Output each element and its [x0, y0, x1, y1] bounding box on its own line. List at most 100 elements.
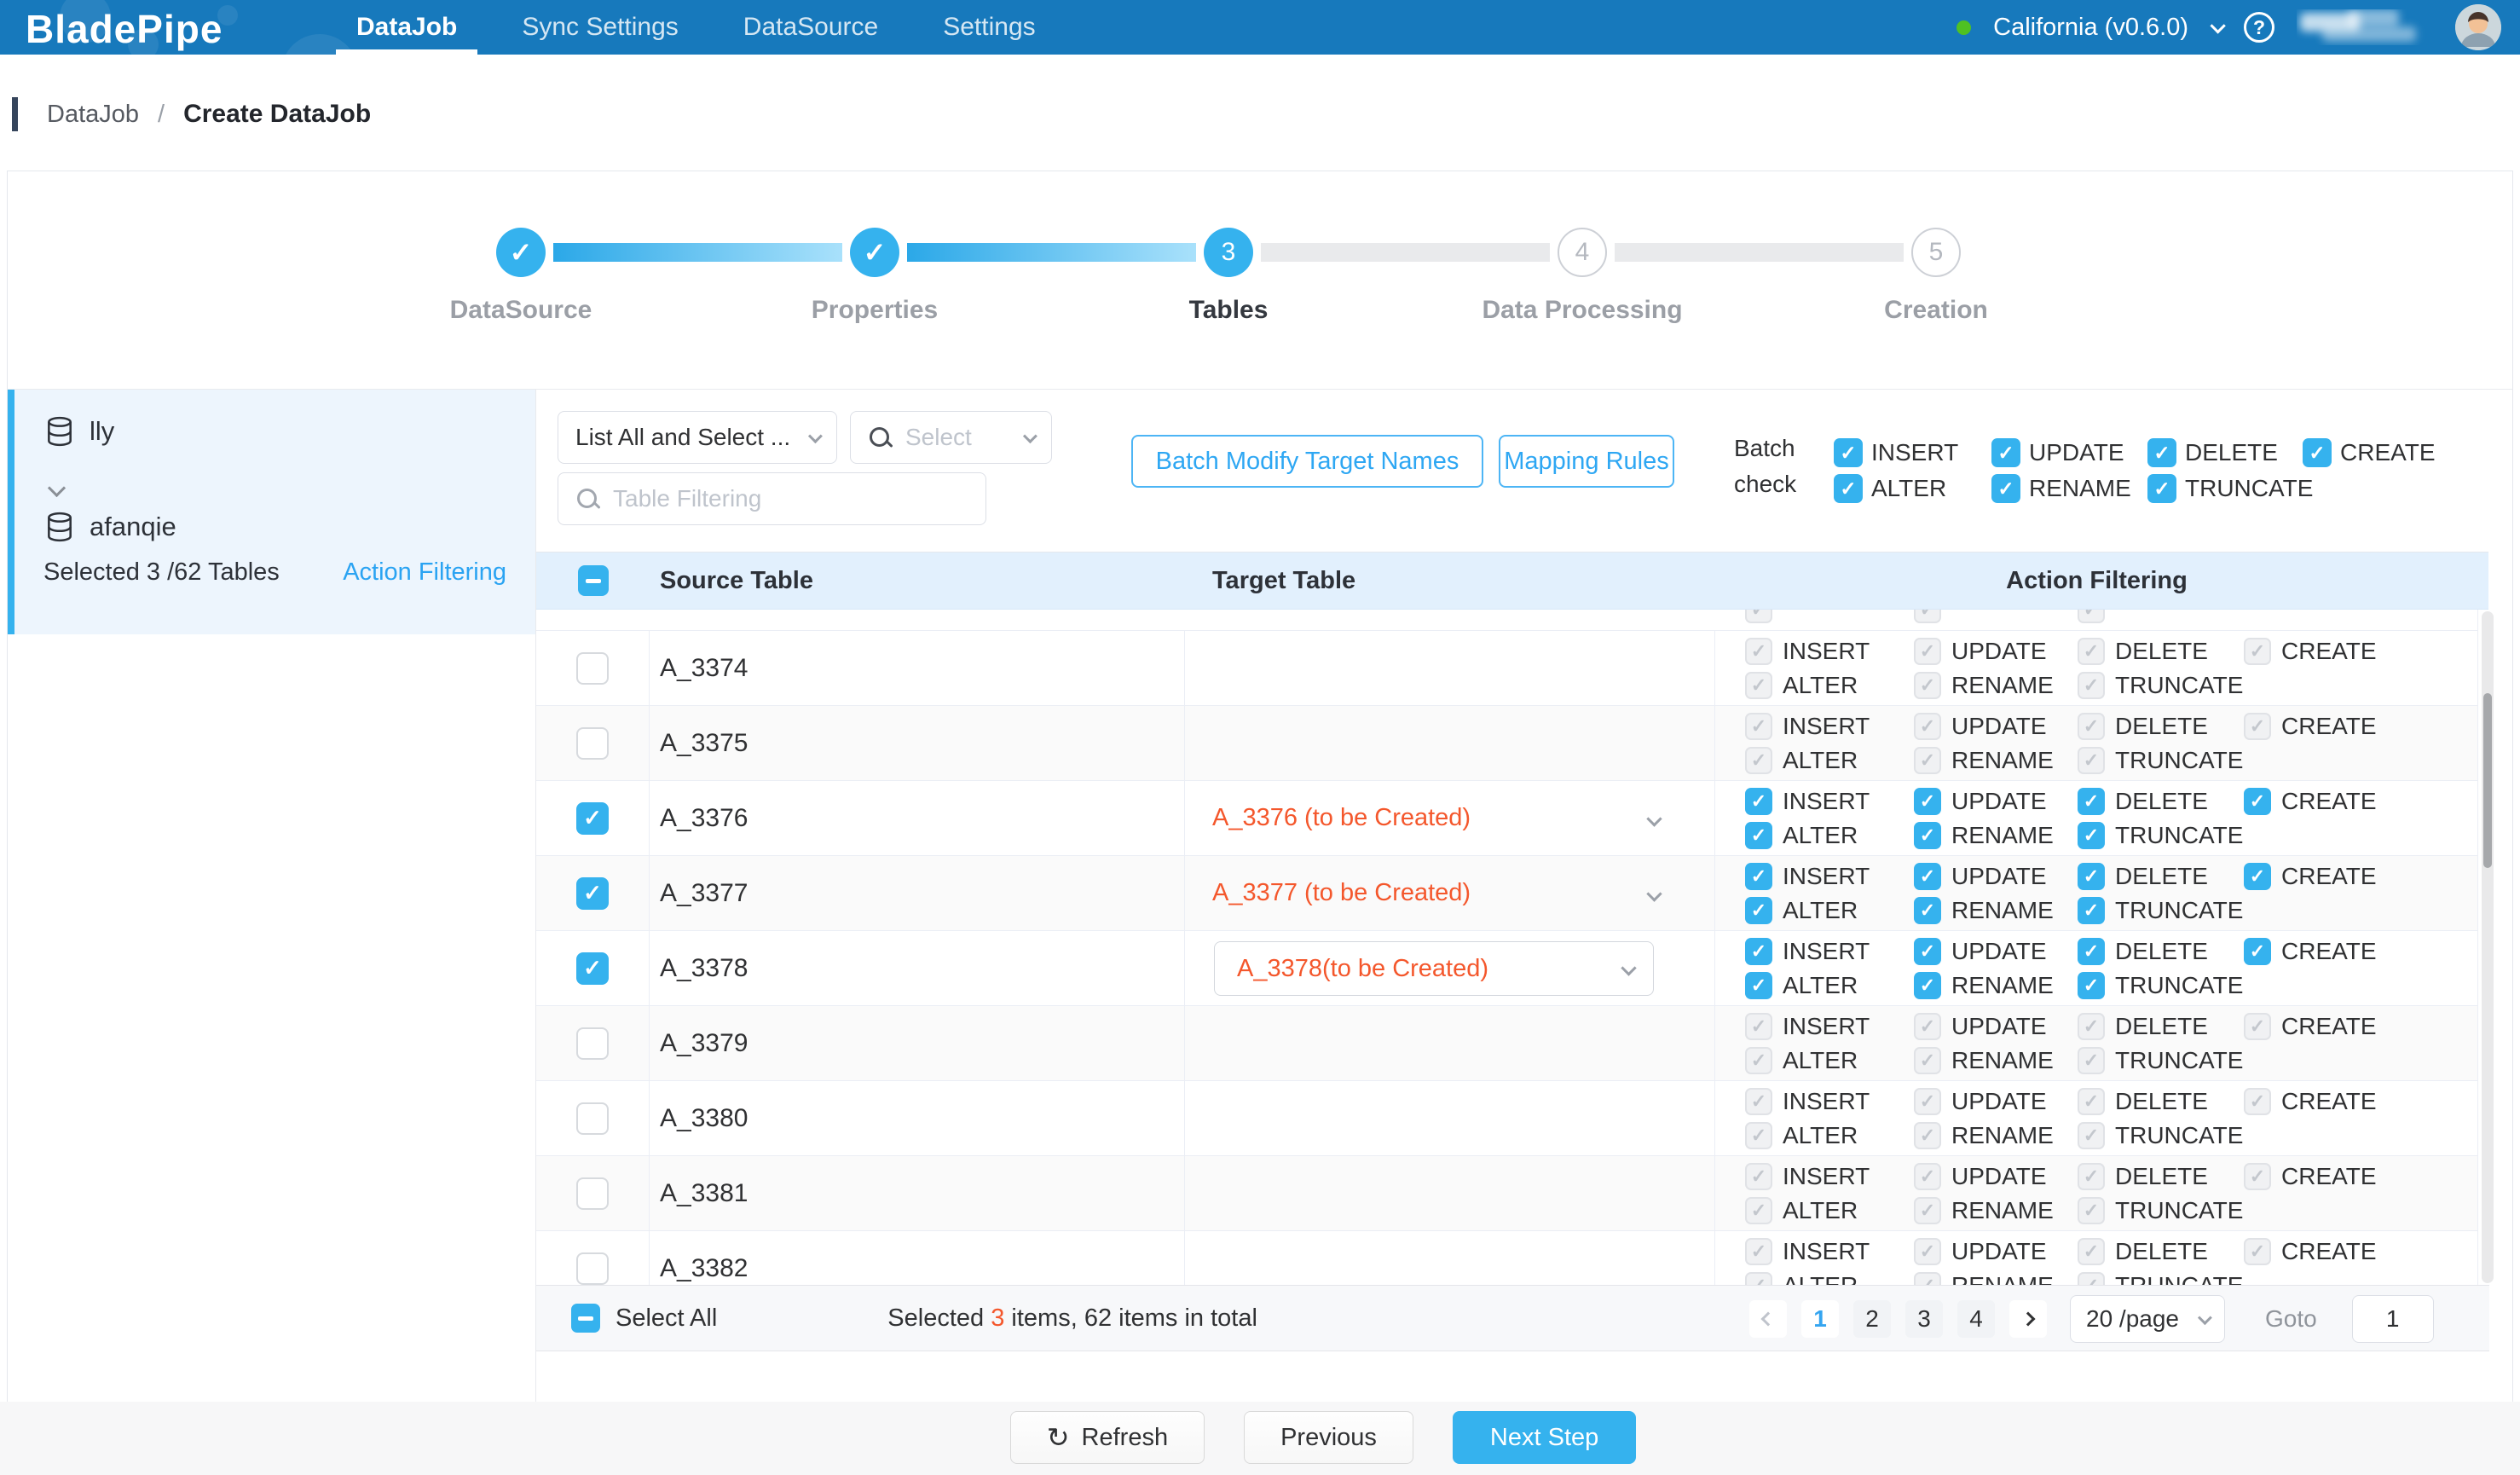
- table-row: A_3378A_3378(to be Created)INSERTALTERUP…: [536, 931, 2477, 1006]
- action-checkbox-label: ALTER: [1783, 897, 1858, 924]
- nav-item-sync-settings[interactable]: Sync Settings: [489, 0, 710, 55]
- action-checkbox-label: UPDATE: [1951, 1163, 2047, 1190]
- checkbox-create[interactable]: [2303, 438, 2332, 467]
- action-checkbox: [2078, 610, 2105, 623]
- selection-info-suffix: items, 62 items in total: [1004, 1304, 1257, 1332]
- action-checkbox-create[interactable]: [2244, 788, 2271, 815]
- checkbox-alter[interactable]: [1834, 474, 1863, 503]
- action-checkbox-alter[interactable]: [1745, 822, 1772, 849]
- checkbox-label: DELETE: [2185, 439, 2278, 466]
- row-checkbox[interactable]: [576, 1102, 609, 1135]
- page-button-4[interactable]: 4: [1957, 1300, 1995, 1338]
- target-table-name[interactable]: A_3377 (to be Created): [1212, 879, 1471, 907]
- action-checkbox-label: DELETE: [2115, 1163, 2208, 1190]
- action-checkbox-truncate[interactable]: [2078, 897, 2105, 924]
- chevron-down-icon[interactable]: [1646, 886, 1662, 901]
- checkbox-label: UPDATE: [2029, 439, 2124, 466]
- action-checkbox-truncate: [2078, 1122, 2105, 1149]
- table-scrollbar-thumb[interactable]: [2483, 693, 2492, 868]
- nav-item-settings[interactable]: Settings: [910, 0, 1067, 55]
- brand-logo[interactable]: BladePipe: [26, 6, 223, 52]
- target-table-name[interactable]: A_3376 (to be Created): [1212, 804, 1471, 832]
- next-step-button[interactable]: Next Step: [1453, 1411, 1636, 1464]
- page-button-1[interactable]: 1: [1801, 1300, 1839, 1338]
- checkbox-insert[interactable]: [1834, 438, 1863, 467]
- action-checkbox-update[interactable]: [1914, 863, 1941, 890]
- action-checkbox-delete[interactable]: [2078, 788, 2105, 815]
- chevron-down-icon[interactable]: [2210, 18, 2225, 33]
- action-checkbox-rename[interactable]: [1914, 897, 1941, 924]
- action-checkbox-update[interactable]: [1914, 788, 1941, 815]
- step-tables: 3 Tables: [1101, 228, 1356, 325]
- batch-check-delete: DELETE: [2147, 438, 2278, 467]
- action-checkbox-label: DELETE: [2115, 713, 2208, 740]
- action-checkbox-insert[interactable]: [1745, 938, 1772, 965]
- action-checkbox-rename[interactable]: [1914, 822, 1941, 849]
- nav-item-datasource[interactable]: DataSource: [711, 0, 910, 55]
- row-checkbox[interactable]: [576, 952, 609, 985]
- action-checkbox-label: DELETE: [2115, 863, 2208, 890]
- batch-check-create: CREATE: [2303, 438, 2436, 467]
- select-all-label[interactable]: Select All: [616, 1304, 717, 1333]
- action-checkbox-create[interactable]: [2244, 863, 2271, 890]
- help-icon[interactable]: ?: [2244, 12, 2274, 43]
- batch-modify-target-names-button[interactable]: Batch Modify Target Names: [1131, 435, 1483, 488]
- row-checkbox[interactable]: [576, 1252, 609, 1285]
- goto-page-input[interactable]: [2352, 1295, 2434, 1343]
- action-checkbox-delete: [2078, 713, 2105, 740]
- page-button-2[interactable]: 2: [1853, 1300, 1891, 1338]
- table-row: A_3374INSERTALTERUPDATERENAMEDELETETRUNC…: [536, 631, 2477, 706]
- checkbox-update[interactable]: [1991, 438, 2020, 467]
- batch-check-label: Batch check: [1734, 431, 1819, 502]
- action-checkbox-insert[interactable]: [1745, 863, 1772, 890]
- action-checkbox-update[interactable]: [1914, 938, 1941, 965]
- checkbox-delete[interactable]: [2147, 438, 2176, 467]
- select-all-footer-checkbox[interactable]: [571, 1304, 600, 1333]
- previous-button[interactable]: Previous: [1244, 1411, 1413, 1464]
- mapping-rules-button[interactable]: Mapping Rules: [1499, 435, 1674, 488]
- action-checkbox-delete[interactable]: [2078, 938, 2105, 965]
- action-checkbox-rename: [1914, 1047, 1941, 1074]
- page-size-select[interactable]: 20 /page: [2070, 1295, 2225, 1343]
- region-selector[interactable]: California (v0.6.0): [1993, 14, 2188, 42]
- chevron-down-icon[interactable]: [1646, 811, 1662, 826]
- source-table-name: A_3378: [660, 954, 748, 983]
- table-filter-input[interactable]: [613, 485, 968, 512]
- select-all-checkbox[interactable]: [578, 565, 609, 596]
- page-button-3[interactable]: 3: [1905, 1300, 1943, 1338]
- action-checkbox-create: [2244, 1238, 2271, 1265]
- row-checkbox[interactable]: [576, 652, 609, 685]
- list-mode-select[interactable]: List All and Select ...: [558, 411, 837, 464]
- table-header: Source Table Target Table Action Filteri…: [536, 552, 2488, 610]
- action-checkbox-delete[interactable]: [2078, 863, 2105, 890]
- row-checkbox[interactable]: [576, 727, 609, 760]
- action-checkbox-insert[interactable]: [1745, 788, 1772, 815]
- target-table-select[interactable]: A_3378(to be Created): [1214, 941, 1654, 996]
- nav-item-datajob[interactable]: DataJob: [324, 0, 489, 55]
- datasource-pair-item[interactable]: lly afanqie Selected 3 /62 Tables Action…: [8, 390, 535, 634]
- breadcrumb-parent[interactable]: DataJob: [47, 101, 139, 129]
- action-checkbox-alter[interactable]: [1745, 972, 1772, 999]
- prev-page-button[interactable]: [1749, 1300, 1787, 1338]
- action-checkbox-rename[interactable]: [1914, 972, 1941, 999]
- row-checkbox[interactable]: [576, 802, 609, 835]
- row-checkbox[interactable]: [576, 877, 609, 910]
- action-checkbox-truncate[interactable]: [2078, 972, 2105, 999]
- action-checkbox-create: [2244, 1088, 2271, 1115]
- action-filtering-link[interactable]: Action Filtering: [343, 558, 506, 587]
- action-checkbox-create[interactable]: [2244, 938, 2271, 965]
- select-dropdown[interactable]: Select: [850, 411, 1052, 464]
- action-checkbox-truncate[interactable]: [2078, 822, 2105, 849]
- next-page-button[interactable]: [2009, 1300, 2047, 1338]
- table-filter-box[interactable]: [558, 472, 986, 525]
- checkbox-rename[interactable]: [1991, 474, 2020, 503]
- row-checkbox[interactable]: [576, 1177, 609, 1210]
- avatar[interactable]: [2455, 4, 2501, 50]
- previous-label: Previous: [1280, 1424, 1377, 1452]
- refresh-button[interactable]: ↻ Refresh: [1010, 1411, 1205, 1464]
- action-checkbox-alter[interactable]: [1745, 897, 1772, 924]
- row-checkbox[interactable]: [576, 1027, 609, 1060]
- checkbox-truncate[interactable]: [2147, 474, 2176, 503]
- step-check-icon: [496, 228, 546, 277]
- database-icon: [43, 511, 76, 543]
